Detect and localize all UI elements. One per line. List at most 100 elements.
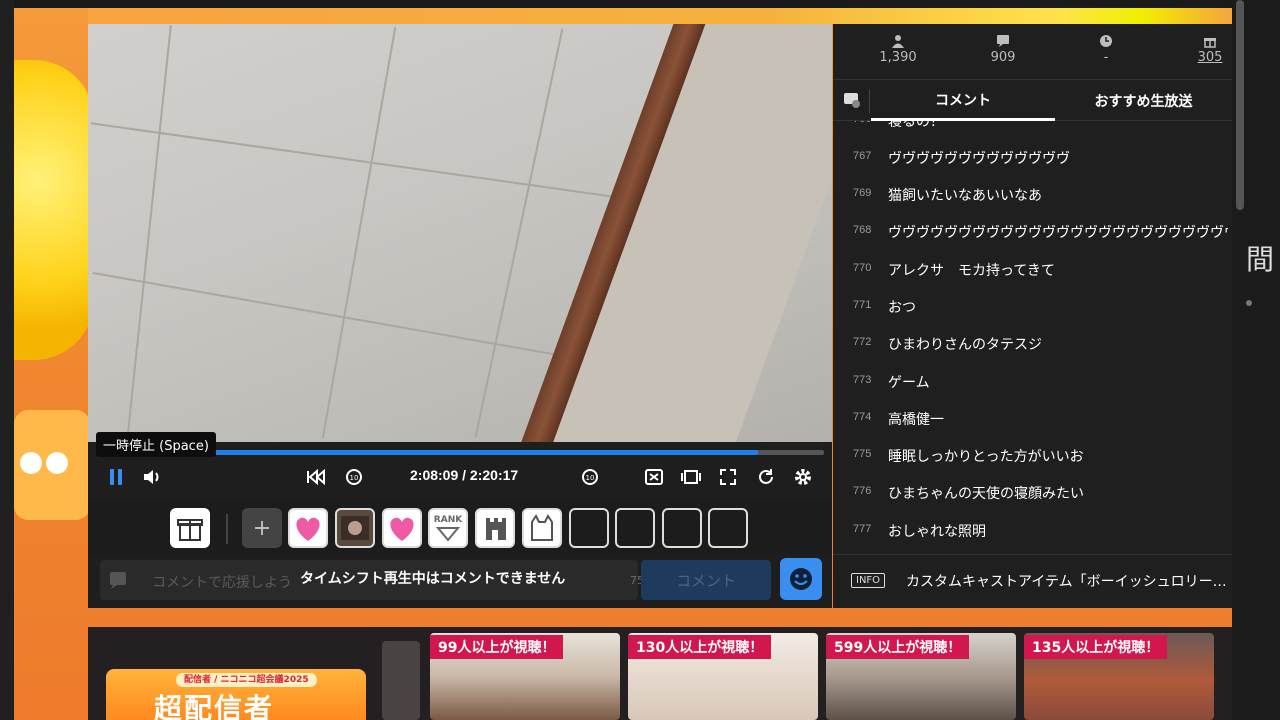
stat-time: - xyxy=(1061,34,1151,65)
tile-line xyxy=(90,122,686,208)
comment-text: 猫飼いたいなあいいなあ xyxy=(888,188,1042,204)
top-decoration xyxy=(88,8,1232,24)
settings-button[interactable] xyxy=(791,466,815,488)
live-card[interactable]: 599人以上が視聴！ xyxy=(826,633,1016,720)
comment-number: 768 xyxy=(853,224,872,236)
comment-row: 772 ひまわりさんのタテスジ xyxy=(833,326,1232,363)
gifts-count[interactable]: 305 xyxy=(1198,50,1223,65)
tile-line xyxy=(126,25,172,441)
decoration-yellow xyxy=(14,60,94,360)
fullscreen-button[interactable] xyxy=(716,466,740,488)
emoji-button[interactable] xyxy=(780,558,822,600)
volume-icon xyxy=(144,470,159,484)
comment-text: おつ xyxy=(888,300,916,316)
comment-number: 777 xyxy=(853,523,872,535)
gift-count-icon xyxy=(1204,38,1216,48)
item-castle[interactable] xyxy=(475,508,515,548)
gift-icon xyxy=(177,519,203,541)
add-item-button[interactable] xyxy=(242,508,282,548)
expand-icon xyxy=(720,469,736,485)
banner-subtitle: 配信者 / ニコニコ超会議2025 xyxy=(176,673,317,687)
comment-toggle-button[interactable] xyxy=(642,466,666,488)
item-photo[interactable] xyxy=(335,508,375,548)
person-icon xyxy=(892,35,904,48)
tile-line xyxy=(321,27,397,439)
plus-icon xyxy=(255,521,269,535)
viewer-badge: 135人以上が視聴！ xyxy=(1024,635,1168,659)
item-rank[interactable]: RANK xyxy=(428,508,468,548)
viewer-badge: 130人以上が視聴！ xyxy=(628,635,772,659)
comment-row: 771 おつ xyxy=(833,289,1232,326)
decoration-dot xyxy=(46,452,68,474)
stat-viewers: 1,390 xyxy=(853,34,943,65)
gift-bar: RANK xyxy=(88,498,832,554)
comment-text: 寝るの？ xyxy=(888,121,944,130)
comment-number: 775 xyxy=(853,448,872,460)
comment-submit-button[interactable]: コメント xyxy=(641,560,771,600)
skip-back-button[interactable] xyxy=(304,466,328,488)
tab-comment[interactable]: コメント xyxy=(871,81,1055,121)
comment-list[interactable]: 766寝るの？ 767ヴヴヴヴヴヴヴヴヴヴヴヴヴ 769猫飼いたいなあいいなあ … xyxy=(833,121,1232,551)
forward-10-icon: 10 xyxy=(582,469,598,485)
gear-icon xyxy=(795,469,811,485)
pause-button[interactable] xyxy=(104,466,128,488)
comment-number: 771 xyxy=(853,299,872,311)
gift-button[interactable] xyxy=(170,508,210,548)
tab-recommend[interactable]: おすすめ生放送 xyxy=(1055,81,1232,121)
right-edge-text: 間 xyxy=(1246,243,1275,276)
info-bar[interactable]: INFO カスタムキャストアイテム「ボーイッシュロリー… xyxy=(833,554,1232,608)
comment-placeholder: コメントで応援しよう xyxy=(152,575,292,591)
cat-icon xyxy=(531,514,553,541)
comment-number: 774 xyxy=(853,411,872,423)
comment-text: 睡眠しっかりとった方がいいお xyxy=(888,449,1084,465)
comment-row: 770 アレクサ モカ持ってきて xyxy=(833,252,1232,289)
heart-icon xyxy=(390,517,414,541)
live-card[interactable]: 130人以上が視聴！ xyxy=(628,633,818,720)
event-banner[interactable]: 配信者 / ニコニコ超会議2025 超配信者 xyxy=(106,669,366,720)
rewind-10-button[interactable]: 10 xyxy=(342,466,366,488)
item-heart[interactable] xyxy=(382,508,422,548)
comment-row: 774 高橋健一 xyxy=(833,401,1232,438)
reload-button[interactable] xyxy=(754,466,778,488)
tab-divider xyxy=(869,89,870,113)
page-scrollbar[interactable] xyxy=(1236,0,1244,210)
comment-row: 777 おしゃれな照明 xyxy=(833,513,1232,550)
stat-comments: 909 xyxy=(958,34,1048,65)
item-slot-empty[interactable] xyxy=(662,508,702,548)
viewer-badge: 599人以上が視聴！ xyxy=(826,635,970,659)
smiley-icon xyxy=(790,568,812,590)
comment-number: 776 xyxy=(853,485,872,497)
comment-text: ひまちゃんの天使の寝顔みたい xyxy=(888,486,1084,502)
comment-row: 766 寝るの？ xyxy=(833,121,1232,140)
right-edge-dot xyxy=(1246,300,1252,306)
comment-text: おしゃれな照明 xyxy=(888,524,986,540)
forward-10-button[interactable]: 10 xyxy=(578,466,602,488)
svg-text:10: 10 xyxy=(586,474,595,482)
item-slot-empty[interactable] xyxy=(569,508,609,548)
comment-text: ゲーム xyxy=(888,375,930,391)
item-slot-empty[interactable] xyxy=(615,508,655,548)
reload-icon xyxy=(759,469,773,484)
rewind-10-icon: 10 xyxy=(346,469,362,485)
comment-icon xyxy=(110,572,126,589)
viewers-count: 1,390 xyxy=(879,50,917,65)
item-slot-empty[interactable] xyxy=(708,508,748,548)
comment-disabled-message: タイムシフト再生中はコメントできません xyxy=(300,571,566,587)
comment-row: 773 ゲーム xyxy=(833,364,1232,401)
side-tabs: コメント おすすめ生放送 xyxy=(833,81,1232,121)
video-frame[interactable] xyxy=(88,24,832,442)
stat-gifts[interactable]: 305 xyxy=(1165,34,1255,65)
video-wall xyxy=(535,24,832,442)
item-heart[interactable] xyxy=(288,508,328,548)
volume-button[interactable] xyxy=(140,466,164,488)
comment-row: 776 ひまちゃんの天使の寝顔みたい xyxy=(833,475,1232,512)
comment-text: ヴヴヴヴヴヴヴヴヴヴヴヴヴ xyxy=(888,151,1070,167)
live-card[interactable]: 135人以上が視聴！ xyxy=(1024,633,1214,720)
skip-back-icon xyxy=(307,469,325,485)
comment-number: 767 xyxy=(853,150,872,162)
live-card[interactable]: 99人以上が視聴！ xyxy=(430,633,620,720)
item-cat[interactable] xyxy=(522,508,562,548)
comment-number: 770 xyxy=(853,262,872,274)
comment-row: 769 猫飼いたいなあいいなあ xyxy=(833,177,1232,214)
theater-button[interactable] xyxy=(679,466,703,488)
